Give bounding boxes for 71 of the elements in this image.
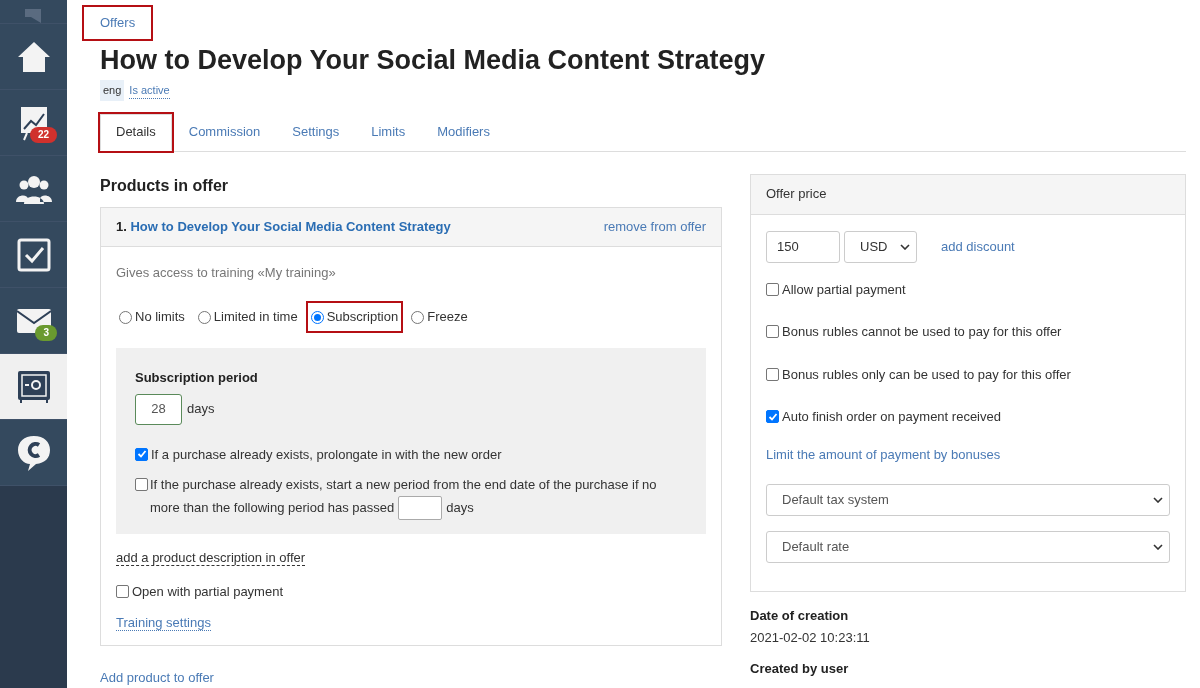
sidebar-item[interactable] — [0, 222, 67, 288]
period-input[interactable]: 28 — [135, 393, 182, 425]
tab[interactable]: Commission — [173, 113, 276, 151]
chat-logo-icon — [15, 433, 52, 472]
sidebar-item[interactable] — [0, 24, 67, 90]
status-link[interactable]: Is active — [129, 81, 170, 99]
price-input[interactable]: 150 — [766, 230, 840, 263]
sidebar-item[interactable] — [0, 156, 67, 222]
breadcrumb-link[interactable]: Offers — [84, 7, 152, 39]
sidebar-item[interactable]: 3 — [0, 288, 67, 354]
radio-button[interactable] — [310, 310, 324, 324]
training-settings-link[interactable]: Training settings — [116, 615, 211, 631]
checkbox-label: more than the following period has passed — [150, 499, 395, 517]
panel-header: Offer price — [751, 174, 1185, 215]
limit-option[interactable]: Subscription — [307, 303, 402, 331]
checkbox[interactable] — [766, 282, 779, 296]
section-heading: Products in offer — [100, 175, 229, 196]
sidebar-item[interactable] — [0, 354, 67, 420]
info-label: Created by user — [750, 661, 850, 676]
description-link[interactable]: add a product description in offer — [116, 550, 306, 566]
radio-button[interactable] — [197, 310, 211, 324]
sidebar-item[interactable] — [0, 420, 67, 486]
checkbox-label: Open with partial payment — [132, 582, 284, 601]
tab[interactable]: Settings — [277, 113, 355, 151]
tab[interactable]: Details — [100, 113, 172, 151]
checkbox[interactable] — [135, 478, 148, 491]
safe-icon — [16, 369, 51, 404]
checkbox-icon — [16, 237, 51, 272]
caret-icon — [1153, 497, 1163, 503]
tab[interactable]: Modifiers — [422, 113, 505, 151]
info-value: 2021-02-02 10:23:11 — [750, 630, 871, 645]
sidebar-item[interactable]: 22 — [0, 90, 67, 156]
caret-icon — [1153, 544, 1163, 550]
caret-icon — [900, 243, 910, 250]
checkbox-label: If the purchase already exists, start a new period from the end date of the purchase if no — [150, 476, 657, 494]
radio-button[interactable] — [119, 310, 132, 324]
checkbox-label: Allow partial payment — [782, 280, 906, 299]
checkbox[interactable] — [116, 584, 129, 598]
limit-option[interactable]: Limited in time — [194, 303, 301, 331]
product-title: 1. How to Develop Your Social Media Content Strategy — [116, 217, 451, 236]
checkbox-label: Bonus rubles cannot be used to pay for this offer — [782, 323, 1062, 341]
access-text: Gives access to training «My training» — [116, 263, 337, 282]
discount-link[interactable]: add discount — [941, 236, 1015, 257]
rate-select[interactable]: Default rate — [766, 531, 1170, 563]
unit-label: days — [446, 499, 474, 517]
checkbox[interactable] — [135, 447, 148, 461]
checkbox-label: If a purchase already exists, prolongate in with the new order — [151, 445, 502, 464]
notification-badge: 22 — [29, 127, 57, 143]
unit-label: days — [187, 400, 215, 419]
limit-option[interactable]: No limits — [116, 303, 188, 331]
chart-board-icon — [18, 104, 49, 141]
bonus-limit-link[interactable]: Limit the amount of payment by bonuses — [766, 444, 1170, 464]
users-icon — [15, 173, 52, 204]
tax-system-select[interactable]: Default tax system — [766, 484, 1170, 516]
checkbox[interactable] — [766, 325, 779, 339]
checkbox-label: Bonus rubles only can be used to pay for this offer — [782, 365, 1071, 384]
days-input[interactable] — [398, 496, 443, 520]
add-product-link[interactable]: Add product to offer — [100, 667, 214, 687]
remove-link[interactable]: remove from offer — [603, 216, 706, 237]
checkbox-label: Auto finish order on payment received — [782, 408, 1001, 426]
info-label: Date of creation — [750, 608, 850, 623]
page-title: How to Develop Your Social Media Content Strategy — [100, 44, 767, 76]
subscription-heading: Subscription period — [135, 369, 259, 387]
checkbox[interactable] — [766, 410, 779, 424]
checkbox[interactable] — [766, 367, 779, 381]
language-tag: eng — [100, 80, 125, 101]
currency-select[interactable]: USD — [844, 230, 917, 263]
limit-option[interactable]: Freeze — [408, 303, 471, 331]
radio-button[interactable] — [411, 310, 425, 324]
notification-badge: 3 — [35, 325, 57, 341]
tab[interactable]: Limits — [356, 113, 421, 151]
